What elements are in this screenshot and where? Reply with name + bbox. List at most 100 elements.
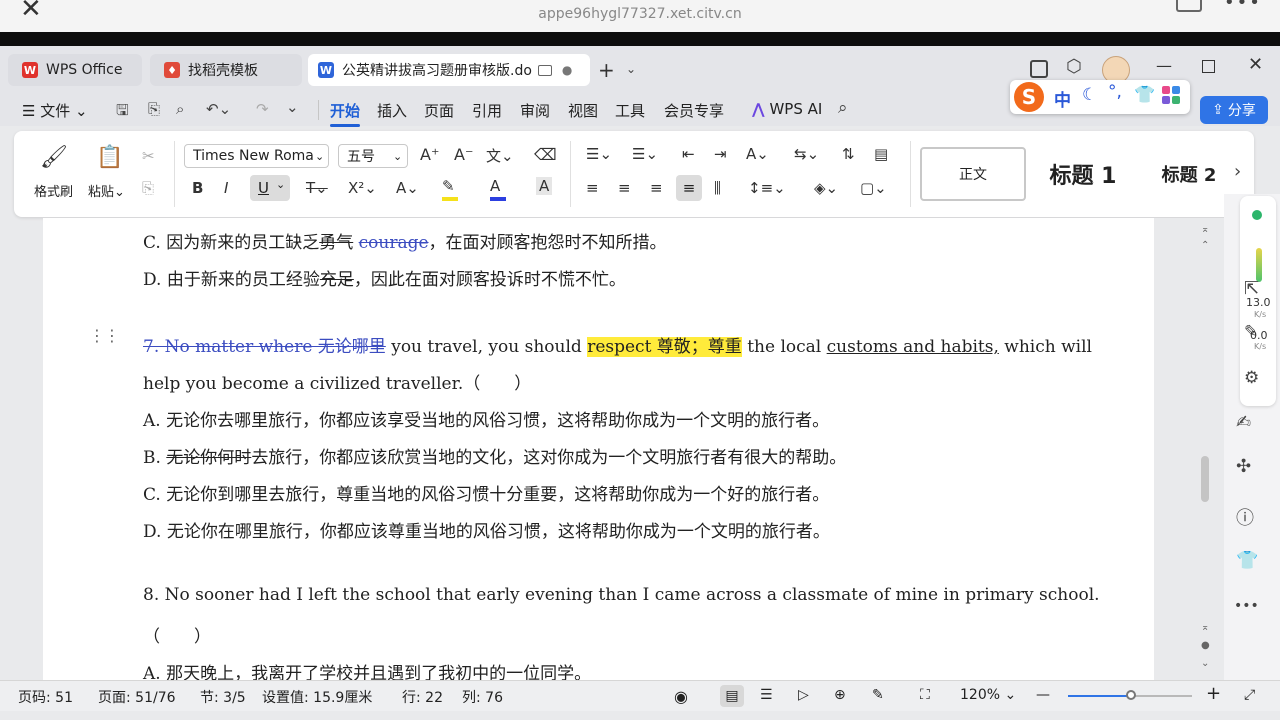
close-window-icon[interactable]: ✕	[1248, 54, 1263, 75]
align-center-icon[interactable]: ≡	[618, 179, 631, 197]
vertical-scrollbar[interactable]: ⌅ ⌃ ⌅ ● ⌄	[1198, 218, 1212, 680]
eraser-icon[interactable]: ⌫	[534, 145, 557, 164]
more-quick-icon[interactable]: ⌄	[286, 98, 299, 116]
tab-wps-office[interactable]: W WPS Office	[8, 54, 142, 86]
paste-button[interactable]: 粘贴⌄	[88, 181, 125, 200]
superscript-button[interactable]: X²⌄	[348, 179, 377, 197]
fullscreen-icon[interactable]: ⤢	[1244, 687, 1255, 703]
export-icon[interactable]: ⎘	[148, 100, 160, 118]
show-marks-icon[interactable]: ▤	[874, 145, 888, 163]
drag-handle-icon[interactable]: ⋮⋮	[89, 326, 120, 345]
underline-button[interactable]: U ⌄	[250, 175, 290, 201]
setting-value[interactable]: 设置值: 15.9厘米	[262, 687, 372, 707]
share-button[interactable]: ⇪ 分享	[1200, 96, 1268, 124]
scroll-thumb[interactable]	[1201, 456, 1209, 502]
handwriting-icon[interactable]: ✍	[1236, 412, 1251, 433]
tab-home[interactable]: 开始	[330, 100, 361, 127]
cut-icon[interactable]: ✂	[142, 147, 155, 165]
align-right-icon[interactable]: ≡	[650, 179, 663, 197]
chevron-right-icon[interactable]: ›	[1234, 161, 1241, 182]
file-menu[interactable]: ☰ 文件 ⌄	[22, 100, 88, 121]
copy-icon[interactable]: ⎘	[142, 179, 154, 197]
phonetic-icon[interactable]: 文⌄	[486, 145, 514, 166]
style-heading-1[interactable]: 标题 1	[1032, 147, 1134, 201]
page-view-icon[interactable]: ▤	[720, 685, 744, 707]
zoom-in-button[interactable]: +	[1206, 683, 1221, 704]
document-page[interactable]: C. 因为新来的员工缺乏勇气 courage，在面对顾客抱怨时不知所措。 D. …	[43, 218, 1154, 684]
next-page-icon[interactable]: ⌄	[1201, 658, 1209, 669]
more-options-icon[interactable]: •••	[1234, 598, 1259, 614]
search-icon[interactable]: ⌕	[838, 98, 848, 118]
ime-toolbar[interactable]: S 中 ☾ °, 👕	[1010, 80, 1190, 114]
edit-icon[interactable]: ✎	[872, 687, 884, 703]
style-heading-2[interactable]: 标题 2	[1144, 147, 1234, 201]
tab-document[interactable]: W 公英精讲拔高习题册审核版.do ●	[308, 54, 590, 86]
tab-template[interactable]: ♦ 找稻壳模板	[150, 54, 302, 86]
redo-icon[interactable]: ↷	[256, 100, 269, 118]
play-icon[interactable]: ▷	[798, 687, 809, 703]
style-normal[interactable]: 正文	[920, 147, 1026, 201]
zoom-slider-thumb[interactable]	[1126, 690, 1136, 700]
border-icon[interactable]: ▢⌄	[860, 179, 887, 197]
minimize-icon[interactable]: —	[1156, 56, 1172, 75]
char-shading-button[interactable]: A	[536, 177, 553, 195]
shirt-icon[interactable]: 👕	[1236, 550, 1258, 571]
punctuation-icon[interactable]: °,	[1108, 82, 1122, 102]
row[interactable]: 行: 22	[402, 687, 443, 707]
tools-icon[interactable]: ✣	[1236, 456, 1251, 477]
bold-button[interactable]: B	[192, 179, 203, 197]
font-color-button[interactable]: A	[490, 177, 506, 201]
eye-icon[interactable]: ◉	[674, 687, 688, 706]
italic-button[interactable]: I	[224, 179, 228, 197]
font-grow-icon[interactable]: A⁺	[420, 145, 439, 164]
section[interactable]: 节: 3/5	[200, 687, 246, 707]
undo-icon[interactable]: ↶⌄	[206, 100, 231, 118]
more-icon[interactable]: •••	[1224, 0, 1262, 13]
align-left-icon[interactable]: ≡	[586, 179, 599, 197]
tab-view[interactable]: 视图	[568, 100, 598, 121]
wps-ai-button[interactable]: ⋀ WPS AI	[752, 100, 822, 118]
increase-indent-icon[interactable]: ⇥	[714, 145, 727, 163]
format-painter-icon[interactable]: 🖌	[40, 145, 68, 170]
chevron-down-icon[interactable]: ⌄	[626, 62, 636, 76]
print-preview-icon[interactable]: ⌕	[176, 100, 184, 118]
font-shrink-icon[interactable]: A⁻	[454, 145, 473, 164]
decrease-indent-icon[interactable]: ⇤	[682, 145, 695, 163]
strikethrough-button[interactable]: T⌄	[306, 179, 328, 197]
font-size-select[interactable]: 五号 ⌄	[338, 144, 408, 168]
column[interactable]: 列: 76	[462, 687, 503, 707]
moon-icon[interactable]: ☾	[1082, 85, 1097, 105]
number-list-icon[interactable]: ☰⌄	[632, 145, 658, 163]
tab-page[interactable]: 页面	[424, 100, 454, 121]
cube-icon[interactable]: ⬡	[1066, 56, 1082, 77]
restore-icon[interactable]	[1202, 60, 1215, 73]
zoom-slider[interactable]	[1068, 690, 1192, 700]
tab-tools[interactable]: 工具	[615, 100, 645, 121]
line-spacing-icon[interactable]: ↕≡⌄	[748, 179, 786, 197]
paste-icon[interactable]: 📋	[96, 145, 123, 170]
page-count[interactable]: 页面: 51/76	[98, 687, 176, 707]
skin-icon[interactable]: 👕	[1134, 85, 1155, 105]
prev-page-icon[interactable]: ⌅	[1201, 622, 1209, 633]
outline-view-icon[interactable]: ☰	[760, 687, 773, 703]
tab-insert[interactable]: 插入	[377, 100, 407, 121]
tab-reference[interactable]: 引用	[472, 100, 502, 121]
window-icon[interactable]	[1176, 0, 1202, 12]
swap-icon[interactable]: ⇆⌄	[794, 145, 819, 163]
save-icon[interactable]: 🖫	[116, 100, 129, 125]
fit-icon[interactable]: ⛶	[920, 687, 930, 703]
help-icon[interactable]: ⓘ	[1236, 504, 1254, 530]
scroll-up-arrow-icon[interactable]: ⌃	[1201, 240, 1209, 251]
tab-member[interactable]: 会员专享	[664, 100, 724, 121]
sliders-icon[interactable]: ⚙	[1244, 368, 1259, 388]
web-view-icon[interactable]: ⊕	[834, 687, 846, 703]
text-direction-icon[interactable]: A⌄	[746, 145, 769, 163]
page-code[interactable]: 页码: 51	[18, 687, 73, 707]
distribute-icon[interactable]: ⫼	[714, 179, 721, 197]
zoom-out-button[interactable]: —	[1036, 687, 1050, 703]
highlight-button[interactable]: ✎	[442, 177, 458, 201]
ime-mode-indicator[interactable]: 中	[1054, 86, 1071, 111]
new-tab-button[interactable]: +	[598, 58, 615, 82]
layout-icon[interactable]	[1030, 60, 1048, 78]
zoom-select[interactable]: 120% ⌄	[960, 687, 1016, 703]
